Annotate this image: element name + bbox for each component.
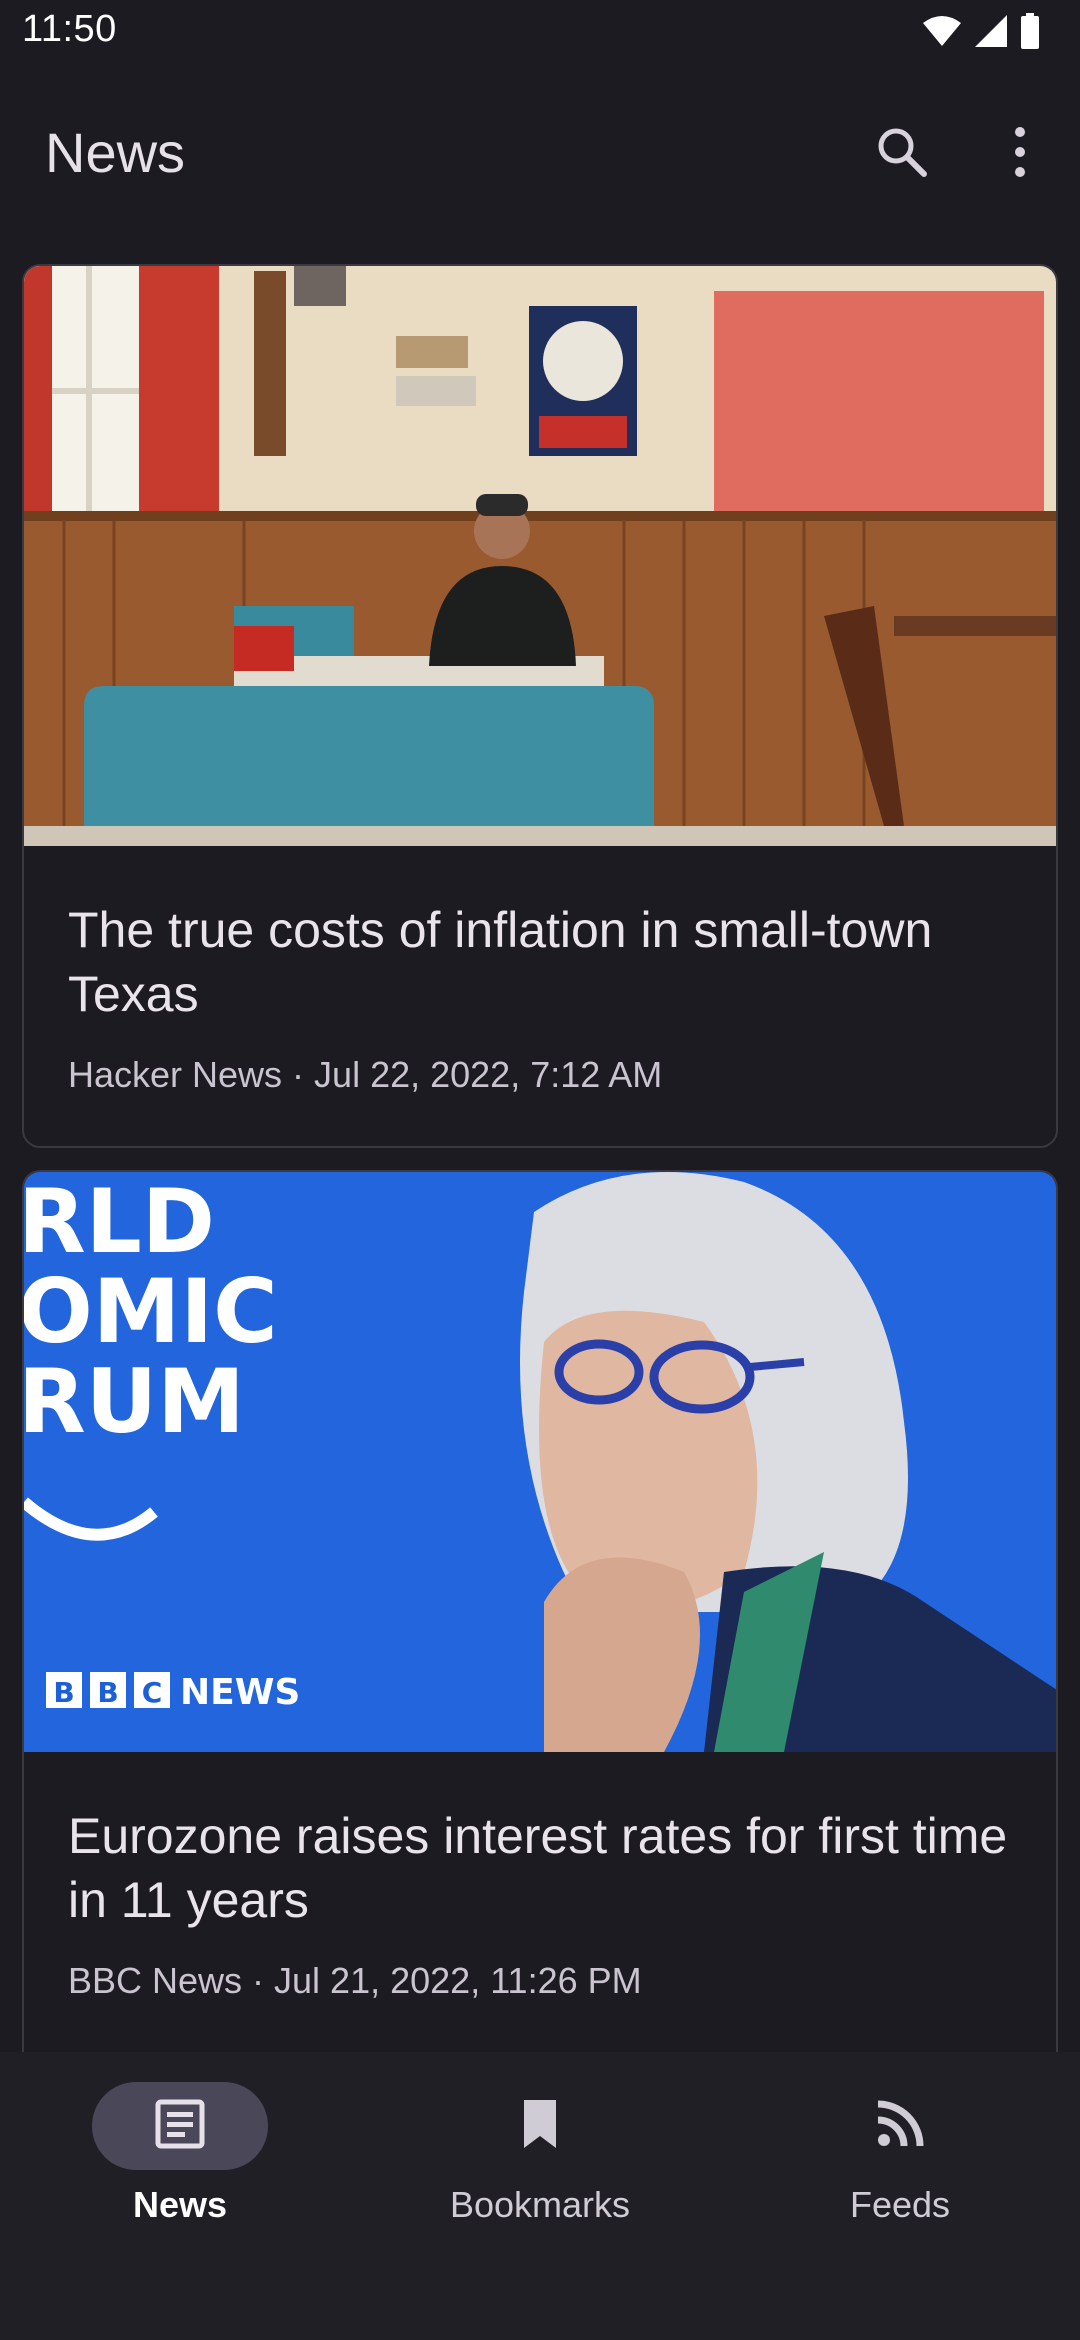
logo-letter-3: C xyxy=(142,1676,163,1709)
nav-item-bookmarks[interactable]: Bookmarks xyxy=(390,2082,690,2252)
nav-label-bookmarks: Bookmarks xyxy=(449,2184,631,2225)
article-card[interactable]: The true costs of inflation in small-tow… xyxy=(22,264,1058,1148)
logo-word: NEWS xyxy=(180,1672,300,1713)
page-title: News xyxy=(45,121,186,184)
battery-icon xyxy=(1020,12,1040,54)
backdrop-text-line-1: RLD xyxy=(24,1172,215,1273)
more-options-button[interactable] xyxy=(984,118,1056,190)
logo-letter-1: B xyxy=(53,1676,74,1709)
logo-letter-2: B xyxy=(97,1676,118,1709)
rss-feed-icon xyxy=(876,2100,924,2153)
article-icon xyxy=(154,2098,206,2155)
nav-label-news: News xyxy=(132,2184,228,2225)
search-button[interactable] xyxy=(866,118,938,190)
bottom-navigation: News Bookmarks Feeds xyxy=(0,2052,1080,2340)
status-icons xyxy=(922,12,1040,54)
article-title: The true costs of inflation in small-tow… xyxy=(68,902,933,1022)
top-app-bar: News xyxy=(0,100,1080,212)
cellular-signal-icon xyxy=(974,14,1008,53)
article-meta: BBC News · Jul 21, 2022, 11:26 PM xyxy=(68,1960,642,2001)
backdrop-text-line-3: RUM xyxy=(24,1350,245,1453)
nav-item-news[interactable]: News xyxy=(30,2082,330,2252)
status-bar: 11:50 xyxy=(0,0,1080,66)
article-card[interactable]: RLD OMIC RUM B B C NEWS Eurozone raises … xyxy=(22,1170,1058,2052)
nav-active-indicator xyxy=(92,2082,268,2170)
article-title: Eurozone raises interest rates for first… xyxy=(68,1808,1008,1928)
wifi-icon xyxy=(922,15,962,52)
article-image xyxy=(24,266,1056,846)
search-icon xyxy=(874,124,930,185)
more-vert-icon xyxy=(1010,126,1030,183)
status-time: 11:50 xyxy=(22,8,117,50)
bookmark-icon xyxy=(520,2098,560,2155)
news-feed[interactable]: The true costs of inflation in small-tow… xyxy=(0,264,1080,2052)
nav-label-feeds: Feeds xyxy=(849,2184,951,2225)
article-meta: Hacker News · Jul 22, 2022, 7:12 AM xyxy=(68,1054,663,1095)
nav-item-feeds[interactable]: Feeds xyxy=(750,2082,1050,2252)
article-image: RLD OMIC RUM B B C NEWS xyxy=(24,1172,1056,1752)
backdrop-text-line-2: OMIC xyxy=(24,1260,278,1363)
